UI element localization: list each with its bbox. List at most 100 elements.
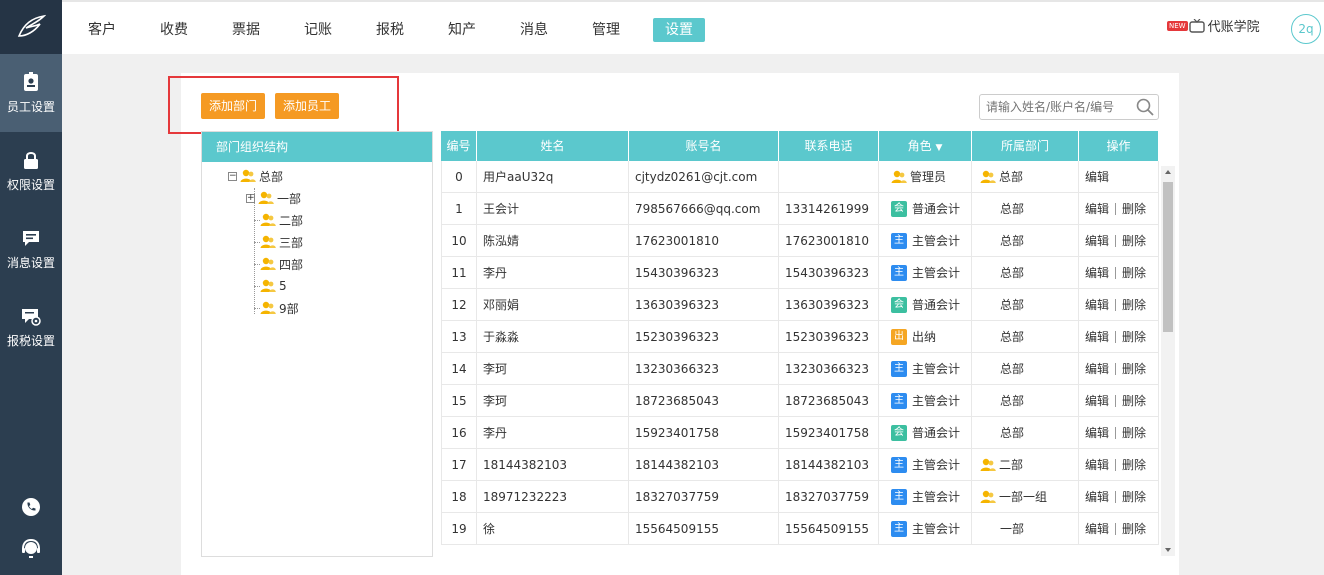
table-row[interactable]: 14 李珂 13230366323 13230366323 主主管会计 总部 编… <box>441 353 1159 385</box>
edit-link[interactable]: 编辑 <box>1085 257 1109 289</box>
department-icon <box>980 458 996 471</box>
nav-tab-8[interactable]: 设置 <box>653 18 705 42</box>
nav-tab-3[interactable]: 记账 <box>292 18 344 42</box>
delete-link[interactable]: 删除 <box>1122 385 1146 417</box>
delete-link[interactable]: 删除 <box>1122 225 1146 257</box>
sidebar-item-lock[interactable]: 权限设置 <box>0 132 62 210</box>
delete-link[interactable]: 删除 <box>1122 481 1146 513</box>
role-tag-icon: 主 <box>891 457 907 473</box>
cell-account: 798567666@qq.com <box>629 193 779 225</box>
table-row[interactable]: 15 李珂 18723685043 18723685043 主主管会计 总部 编… <box>441 385 1159 417</box>
edit-link[interactable]: 编辑 <box>1085 449 1109 481</box>
nav-tab-1[interactable]: 收费 <box>148 18 200 42</box>
tree-title: 部门组织结构 <box>202 132 432 162</box>
nav-tab-7[interactable]: 管理 <box>580 18 632 42</box>
search-icon[interactable] <box>1136 98 1154 116</box>
department-icon <box>260 279 276 292</box>
expand-icon[interactable]: + <box>246 193 255 203</box>
table-row[interactable]: 10 陈泓婧 17623001810 17623001810 主主管会计 总部 … <box>441 225 1159 257</box>
column-header-3: 联系电话 <box>779 131 879 161</box>
edit-link[interactable]: 编辑 <box>1085 225 1109 257</box>
edit-link[interactable]: 编辑 <box>1085 353 1109 385</box>
cell-account: 18144382103 <box>629 449 779 481</box>
cell-actions: 编辑 删除 <box>1079 481 1159 513</box>
phone-icon[interactable] <box>0 497 62 517</box>
support-headset-icon[interactable] <box>0 537 62 559</box>
table-row[interactable]: 12 邓丽娟 13630396323 13630396323 会普通会计 总部 … <box>441 289 1159 321</box>
cell-role: 主主管会计 <box>879 385 972 417</box>
table-row[interactable]: 19 徐 15564509155 15564509155 主主管会计 一部 编辑… <box>441 513 1159 545</box>
table-row[interactable]: 1 王会计 798567666@qq.com 13314261999 会普通会计… <box>441 193 1159 225</box>
delete-link[interactable]: 删除 <box>1122 321 1146 353</box>
nav-tab-5[interactable]: 知产 <box>436 18 488 42</box>
nav-tab-6[interactable]: 消息 <box>508 18 560 42</box>
tree-node-1[interactable]: 二部 <box>260 210 303 230</box>
nav-tab-2[interactable]: 票据 <box>220 18 272 42</box>
cell-role: 出出纳 <box>879 321 972 353</box>
column-header-6: 操作 <box>1079 131 1159 161</box>
edit-link[interactable]: 编辑 <box>1085 513 1109 545</box>
cell-phone: 18144382103 <box>779 449 879 481</box>
delete-link[interactable]: 删除 <box>1122 353 1146 385</box>
tree-node-4[interactable]: 5 <box>260 276 287 296</box>
tree-node-root[interactable]: − 总部 <box>228 166 283 186</box>
cell-account: 15230396323 <box>629 321 779 353</box>
table-row[interactable]: 0 用户aaU32q cjtydz0261@cjt.com 管理员 总部 编辑 <box>441 161 1159 193</box>
role-tag-icon: 主 <box>891 361 907 377</box>
table-row[interactable]: 18 18971232223 18327037759 18327037759 主… <box>441 481 1159 513</box>
cell-actions: 编辑 <box>1079 161 1159 193</box>
search-input[interactable] <box>980 95 1130 119</box>
delete-link[interactable]: 删除 <box>1122 193 1146 225</box>
table-row[interactable]: 17 18144382103 18144382103 18144382103 主… <box>441 449 1159 481</box>
edit-link[interactable]: 编辑 <box>1085 193 1109 225</box>
scroll-thumb[interactable] <box>1163 182 1173 332</box>
cell-role: 主主管会计 <box>879 353 972 385</box>
edit-link[interactable]: 编辑 <box>1085 385 1109 417</box>
delete-link[interactable]: 删除 <box>1122 449 1146 481</box>
nav-tab-0[interactable]: 客户 <box>76 18 128 42</box>
edit-link[interactable]: 编辑 <box>1085 321 1109 353</box>
cell-phone: 15230396323 <box>779 321 879 353</box>
delete-link[interactable]: 删除 <box>1122 257 1146 289</box>
cell-actions: 编辑 删除 <box>1079 225 1159 257</box>
tree-node-5[interactable]: 9部 <box>260 298 299 318</box>
table-row[interactable]: 11 李丹 15430396323 15430396323 主主管会计 总部 编… <box>441 257 1159 289</box>
sidebar-item-tax-settings[interactable]: 报税设置 <box>0 288 62 366</box>
cell-phone: 18327037759 <box>779 481 879 513</box>
edit-link[interactable]: 编辑 <box>1085 289 1109 321</box>
cell-actions: 编辑 删除 <box>1079 321 1159 353</box>
column-header-4[interactable]: 角色 ▼ <box>879 131 972 161</box>
sidebar-item-label: 权限设置 <box>6 177 55 192</box>
sidebar-item-message[interactable]: 消息设置 <box>0 210 62 288</box>
table-row[interactable]: 16 李丹 15923401758 15923401758 会普通会计 总部 编… <box>441 417 1159 449</box>
sidebar-item-id-badge[interactable]: 员工设置 <box>0 54 62 132</box>
cell-department: 总部 <box>972 289 1079 321</box>
cell-phone: 15430396323 <box>779 257 879 289</box>
collapse-icon[interactable]: − <box>228 171 237 181</box>
tree-node-2[interactable]: 三部 <box>260 232 303 252</box>
table-row[interactable]: 13 于淼淼 15230396323 15230396323 出出纳 总部 编辑… <box>441 321 1159 353</box>
sort-dropdown-icon[interactable]: ▼ <box>935 143 942 153</box>
table-scrollbar[interactable] <box>1161 166 1175 556</box>
app-logo[interactable] <box>0 0 62 54</box>
delete-link[interactable]: 删除 <box>1122 289 1146 321</box>
department-icon <box>260 301 276 314</box>
tree-node-0[interactable]: + 一部 <box>246 188 301 208</box>
avatar[interactable]: 2q <box>1291 14 1321 44</box>
nav-tab-4[interactable]: 报税 <box>364 18 416 42</box>
cell-name: 李丹 <box>477 257 629 289</box>
sidebar-item-label: 消息设置 <box>6 255 55 270</box>
tree-node-label: 总部 <box>259 169 284 184</box>
cell-name: 徐 <box>477 513 629 545</box>
tree-node-3[interactable]: 四部 <box>260 254 303 274</box>
edit-link[interactable]: 编辑 <box>1085 417 1109 449</box>
edit-link[interactable]: 编辑 <box>1085 481 1109 513</box>
delete-link[interactable]: 删除 <box>1122 417 1146 449</box>
new-badge: NEW <box>1167 20 1188 31</box>
add-staff-button[interactable]: 添加员工 <box>275 93 340 119</box>
add-department-button[interactable]: 添加部门 <box>201 93 266 119</box>
academy-link[interactable]: NEW 代账学院 <box>1167 16 1260 35</box>
edit-link[interactable]: 编辑 <box>1085 161 1109 193</box>
delete-link[interactable]: 删除 <box>1122 513 1146 545</box>
department-tree: 部门组织结构 − 总部 + 一部 二部 三部 四部 5 9部 <box>201 131 433 557</box>
